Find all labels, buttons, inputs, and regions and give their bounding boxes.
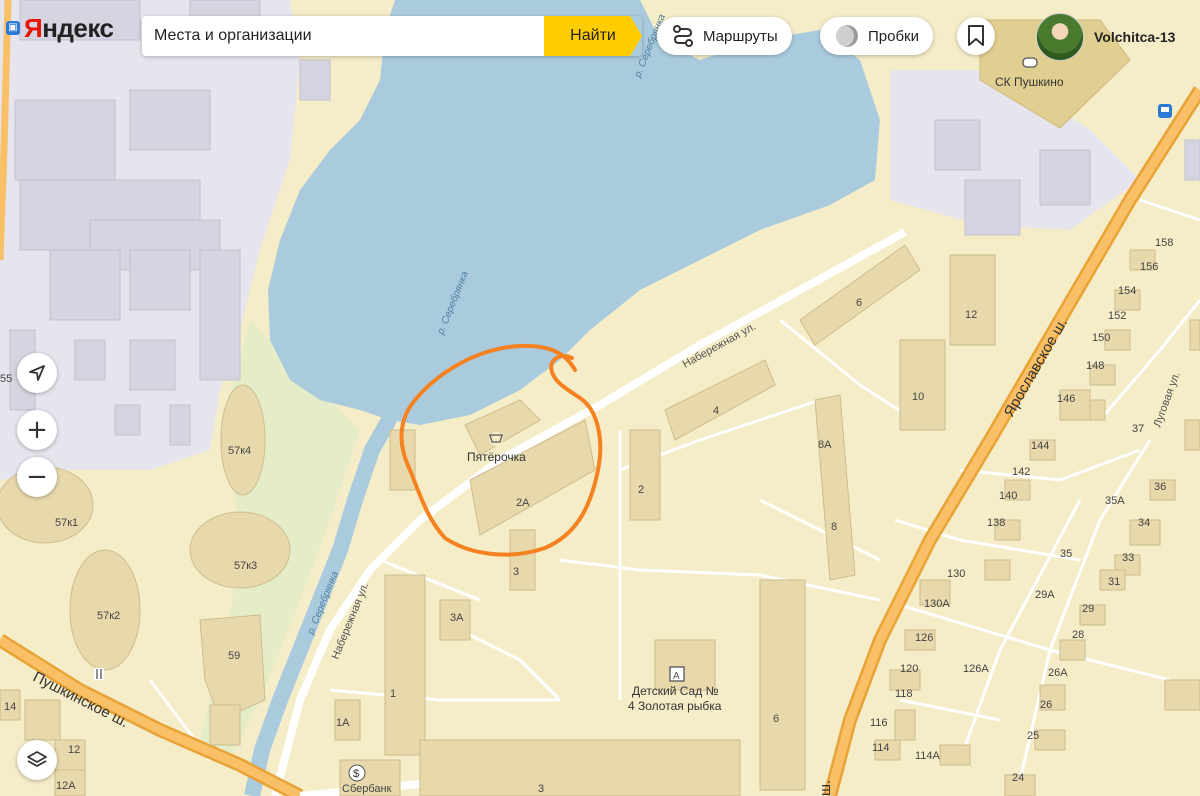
svg-text:$: $ bbox=[353, 768, 359, 780]
traffic-label: Пробки bbox=[868, 27, 919, 45]
house-label: 156 bbox=[1140, 261, 1158, 273]
house-label: 3 bbox=[538, 783, 544, 795]
house-label: 29 bbox=[1082, 603, 1094, 615]
yandex-logo-text: Яндекс bbox=[24, 12, 114, 43]
poi-kindergarten-label-2: 4 Золотая рыбка bbox=[628, 699, 722, 713]
house-label: 14 bbox=[4, 701, 16, 713]
house-label: 130А bbox=[924, 598, 950, 610]
search-button[interactable]: Найти bbox=[544, 16, 642, 56]
routes-button[interactable]: Маршруты bbox=[657, 17, 792, 55]
map-canvas[interactable]: 6 4 12 10 8А 8 2 2А 3 3А 1 1А 3 6 57к4 5… bbox=[0, 0, 1200, 796]
house-label: 26А bbox=[1048, 667, 1068, 679]
house-label: 142 bbox=[1012, 466, 1030, 478]
house-label: 35А bbox=[1105, 495, 1125, 507]
kindergarten-icon[interactable]: A bbox=[669, 666, 685, 682]
routes-label: Маршруты bbox=[703, 27, 778, 45]
house-label: 150 bbox=[1092, 332, 1110, 344]
house-label: 37 bbox=[1132, 423, 1144, 435]
traffic-icon bbox=[834, 23, 860, 49]
user-name[interactable]: Volchitca-13 bbox=[1094, 29, 1175, 45]
bookmarks-button[interactable] bbox=[957, 17, 995, 55]
restaurant-icon[interactable] bbox=[94, 668, 104, 680]
zoom-out-button[interactable]: − bbox=[17, 457, 57, 497]
house-label: 33 bbox=[1122, 552, 1134, 564]
house-label: 3 bbox=[513, 566, 519, 578]
house-label: 28 bbox=[1072, 629, 1084, 641]
house-label: 59 bbox=[228, 650, 240, 662]
house-label: 57к1 bbox=[55, 517, 78, 529]
house-label: 130 bbox=[947, 568, 965, 580]
locate-arrow-icon bbox=[29, 365, 45, 381]
plus-icon: + bbox=[26, 415, 48, 445]
house-label: 10 bbox=[912, 391, 924, 403]
house-label: 154 bbox=[1118, 285, 1136, 297]
yandex-logo[interactable]: ▣ Яндекс bbox=[6, 12, 114, 44]
bookmark-icon bbox=[968, 25, 984, 46]
poi-kindergarten-label: Детский Сад № bbox=[632, 684, 719, 698]
stadium-icon[interactable] bbox=[1022, 57, 1038, 68]
house-label: 57к2 bbox=[97, 610, 120, 622]
house-label: 2А bbox=[516, 497, 530, 509]
house-label: 152 bbox=[1108, 310, 1126, 322]
house-label: 118 bbox=[895, 688, 913, 700]
house-label: 158 bbox=[1155, 237, 1173, 249]
house-label: 146 bbox=[1057, 393, 1075, 405]
minus-icon: − bbox=[26, 462, 48, 492]
house-label: 116 bbox=[870, 717, 888, 729]
house-label: 36 bbox=[1154, 481, 1166, 493]
avatar[interactable] bbox=[1036, 13, 1084, 61]
poi-sberbank-label: Сбербанк bbox=[342, 783, 392, 795]
street-label: ш. bbox=[817, 780, 834, 796]
house-label: 144 bbox=[1031, 440, 1049, 452]
house-label: 6 bbox=[773, 713, 779, 725]
bank-icon[interactable]: $ bbox=[348, 764, 366, 782]
zoom-in-button[interactable]: + bbox=[17, 410, 57, 450]
house-label: 25 bbox=[1027, 730, 1039, 742]
locate-button[interactable] bbox=[17, 353, 57, 393]
house-label: 34 bbox=[1138, 517, 1150, 529]
house-label: 35 bbox=[1060, 548, 1072, 560]
house-label: 24 bbox=[1012, 772, 1024, 784]
bus-stop-icon[interactable] bbox=[1158, 104, 1172, 118]
house-label: 148 bbox=[1086, 360, 1104, 372]
house-label: 26 bbox=[1040, 699, 1052, 711]
house-label: 12 bbox=[68, 744, 80, 756]
house-label: 57к3 bbox=[234, 560, 257, 572]
svg-text:A: A bbox=[673, 671, 680, 682]
traffic-button[interactable]: Пробки bbox=[820, 17, 933, 55]
house-label: 12 bbox=[965, 309, 977, 321]
house-label: 1 bbox=[390, 688, 396, 700]
house-label: 4 bbox=[713, 405, 719, 417]
house-label: 57к4 bbox=[228, 445, 251, 457]
house-label: 31 bbox=[1108, 576, 1120, 588]
house-label: 55 bbox=[0, 373, 12, 385]
house-label: 114А bbox=[915, 750, 941, 762]
search-input[interactable] bbox=[142, 16, 544, 56]
house-label: 12А bbox=[56, 780, 76, 792]
layers-button[interactable] bbox=[17, 740, 57, 780]
poi-sk-pushkino-label: СК Пушкино bbox=[995, 75, 1064, 89]
route-icon bbox=[673, 25, 693, 47]
house-label: 1А bbox=[336, 717, 350, 729]
user-profile[interactable]: Volchitca-13 bbox=[1036, 13, 1175, 61]
search-bar: Найти bbox=[142, 16, 642, 56]
layers-icon bbox=[27, 751, 47, 767]
bus-stop-icon: ▣ bbox=[6, 21, 20, 35]
house-label: 8 bbox=[831, 521, 837, 533]
house-label: 114 bbox=[872, 742, 890, 754]
house-label: 120 bbox=[900, 663, 918, 675]
house-label: 29А bbox=[1035, 589, 1055, 601]
house-label: 2 bbox=[638, 484, 644, 496]
shop-icon[interactable] bbox=[489, 432, 503, 446]
house-label: 140 bbox=[999, 490, 1017, 502]
house-label: 126 bbox=[915, 632, 933, 644]
house-label: 8А bbox=[818, 439, 832, 451]
house-label: 138 bbox=[987, 517, 1005, 529]
house-label: 6 bbox=[856, 297, 862, 309]
house-label: 3А bbox=[450, 612, 464, 624]
house-label: 126А bbox=[963, 663, 989, 675]
poi-pyaterochka-label: Пятёрочка bbox=[467, 450, 526, 464]
